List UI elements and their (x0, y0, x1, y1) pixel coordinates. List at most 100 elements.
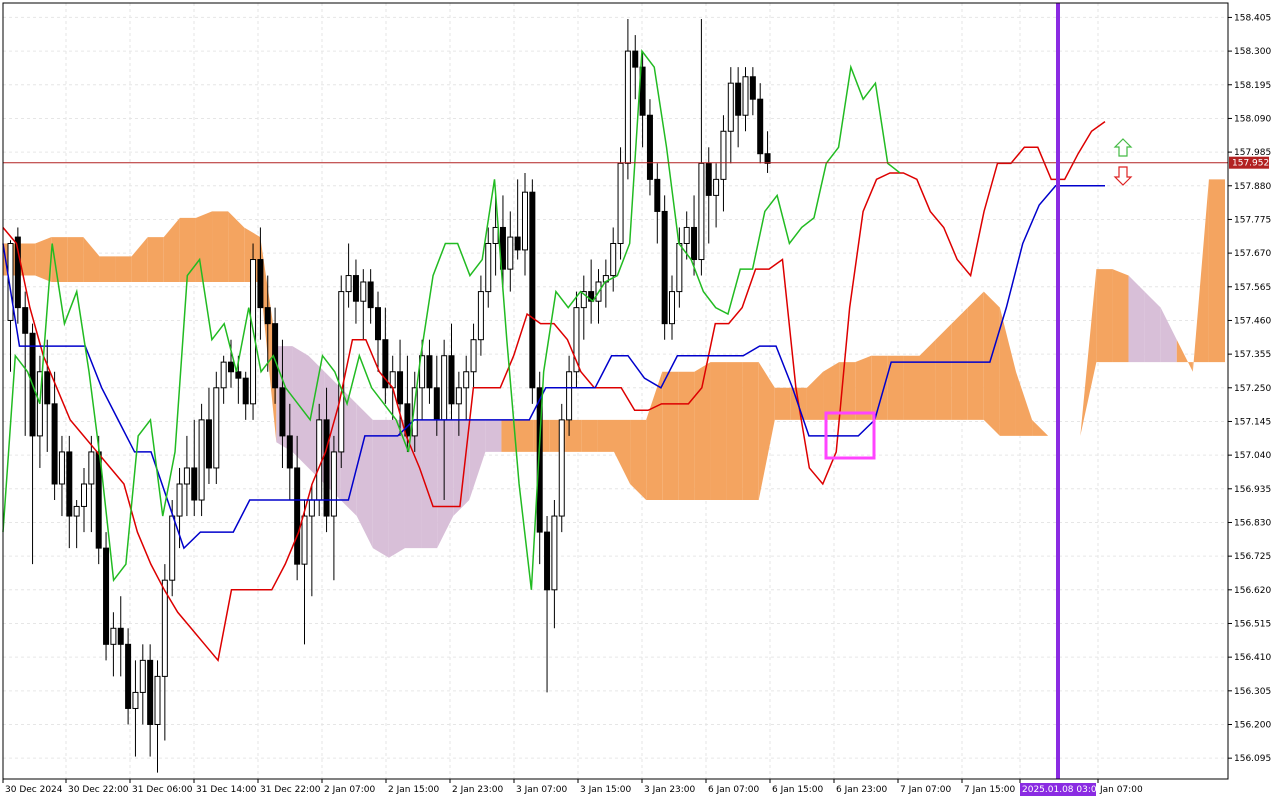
y-tick-label: 157.460 (1234, 316, 1271, 326)
candle-body (529, 191, 536, 389)
kumo-segment (983, 291, 1000, 436)
kumo-segment (1208, 179, 1225, 363)
kumo-segment (453, 419, 470, 517)
candle-body (294, 467, 301, 565)
candle-body (205, 419, 212, 469)
kumo-segment (951, 307, 968, 420)
candle-body (44, 371, 51, 405)
candle-body (448, 355, 455, 405)
y-tick-label: 156.935 (1234, 485, 1271, 495)
x-tick-label: 3 Jan 23:00 (644, 785, 696, 795)
x-tick-label: 31 Dec 22:00 (260, 785, 321, 795)
candle-body (316, 419, 323, 501)
candle-body (183, 467, 190, 485)
candle-body (514, 236, 521, 251)
candle-body (147, 659, 154, 725)
candle-body (683, 226, 690, 244)
kumo-segment (179, 217, 196, 282)
candle-body (566, 371, 573, 421)
kumo-segment (51, 237, 68, 282)
y-tick-label: 158.405 (1234, 13, 1271, 23)
candle-body (81, 483, 87, 507)
x-tick-label: 3 Jan 15:00 (580, 785, 632, 795)
candle-body (22, 307, 29, 334)
candle-body (264, 307, 271, 325)
kumo-segment (195, 211, 213, 282)
y-tick-label: 157.040 (1234, 451, 1271, 461)
y-tick-label: 156.620 (1234, 586, 1271, 596)
x-tick-label: 30 Dec 2024 (5, 785, 63, 795)
candle-body (441, 355, 448, 421)
candle-body (742, 76, 749, 116)
candle-body (323, 419, 330, 517)
kumo-segment (99, 256, 116, 282)
candle-body (58, 451, 65, 485)
x-tick-label: 2 Jan 15:00 (388, 785, 440, 795)
candle-body (176, 483, 183, 517)
candle-body (301, 515, 308, 565)
y-tick-label: 157.250 (1234, 384, 1271, 394)
kumo-segment (935, 323, 952, 420)
x-tick-label: 2 Jan 23:00 (452, 785, 504, 795)
y-tick-label: 156.305 (1234, 687, 1271, 697)
kumo-segment (903, 355, 920, 420)
candle-body (330, 451, 337, 517)
candle-body (492, 226, 499, 244)
y-tick-label: 156.410 (1234, 653, 1271, 663)
candle-body (485, 242, 492, 293)
x-tick-label: Jan 07:00 (1099, 785, 1143, 795)
kumo-segment (855, 355, 872, 420)
candle-body (735, 82, 742, 116)
candle-body (125, 643, 132, 709)
kumo-segment (517, 419, 534, 452)
candle-body (404, 403, 411, 437)
candle-body (228, 361, 234, 373)
candle-body (705, 162, 712, 196)
kumo-segment (67, 237, 84, 282)
candle-body (610, 242, 617, 277)
y-tick-label: 157.985 (1234, 148, 1271, 158)
x-tick-label: 7 Jan 15:00 (964, 785, 1016, 795)
candle-body (558, 419, 565, 517)
candle-body (433, 387, 440, 421)
ichimoku-chart: 157.952 2025.01.08 03:00 158.405 158.300 15… (0, 0, 1280, 800)
candle-body (367, 281, 374, 309)
kumo-segment (35, 237, 52, 282)
kumo-segment (581, 419, 598, 452)
candle-body (727, 82, 734, 132)
kumo-segment (115, 256, 132, 282)
x-tick-label: 6 Jan 07:00 (708, 785, 760, 795)
candle-body (110, 627, 117, 645)
candle-body (191, 467, 198, 501)
candle-body (691, 226, 698, 261)
x-tick-label: 31 Dec 14:00 (196, 785, 257, 795)
kumo-segment (565, 419, 582, 452)
kumo-segment (662, 371, 679, 501)
kumo-segment (774, 387, 791, 420)
candle-body (713, 178, 720, 196)
candle-body (352, 275, 359, 302)
kumo-segment (421, 419, 438, 549)
y-tick-label: 156.515 (1234, 619, 1271, 629)
current-price-label: 157.952 (1232, 159, 1269, 169)
candle-body (749, 76, 756, 100)
candle-body (198, 419, 205, 501)
kumo-segment (710, 362, 727, 501)
y-tick-label: 158.090 (1234, 114, 1271, 124)
candle-body (132, 691, 139, 709)
candle-body (242, 377, 249, 405)
y-tick-label: 156.095 (1234, 754, 1271, 764)
candle-body (544, 531, 551, 591)
x-tick-label: 2 Jan 07:00 (324, 785, 376, 795)
candle-body (51, 403, 58, 485)
candle-body (88, 451, 95, 485)
candle-body (117, 627, 124, 645)
candle-body (286, 435, 293, 469)
y-tick-label: 157.670 (1234, 249, 1271, 259)
kumo-segment (147, 237, 164, 282)
candle-body (522, 191, 528, 251)
kumo-segment (1112, 269, 1129, 363)
kumo-segment (742, 362, 759, 501)
kumo-segment (388, 419, 405, 558)
y-tick-label: 158.195 (1234, 81, 1271, 91)
